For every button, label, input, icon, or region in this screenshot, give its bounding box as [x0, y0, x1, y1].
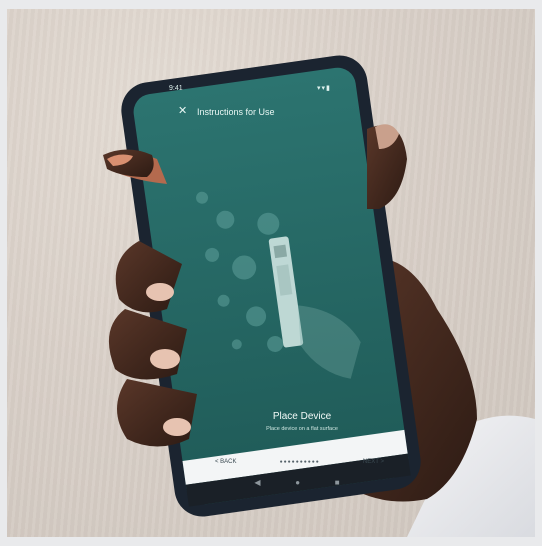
app-title: Instructions for Use	[197, 107, 275, 117]
phone-ui: 9:41 ▾▾▮ ✕ Instructions for Use Place De…	[7, 9, 535, 537]
progress-dots: ●●●●●●●●●●	[279, 459, 320, 465]
recents-nav-icon[interactable]: ■	[335, 478, 340, 487]
system-navigation: ◀ ● ■	[237, 475, 357, 489]
next-button[interactable]: NEXT >	[363, 459, 384, 465]
status-time: 9:41	[169, 85, 183, 92]
status-icons: ▾▾▮	[317, 85, 331, 92]
step-navigation: < BACK ●●●●●●●●●● NEXT >	[209, 452, 390, 472]
back-button[interactable]: < BACK	[215, 459, 237, 465]
step-subtitle: Place device on a flat surface	[266, 426, 338, 432]
step-title: Place Device	[272, 411, 332, 422]
back-nav-icon[interactable]: ◀	[254, 478, 260, 487]
photo-frame: 9:41 ▾▾▮ ✕ Instructions for Use Place De…	[7, 9, 535, 537]
close-icon[interactable]: ✕	[178, 106, 187, 117]
home-nav-icon[interactable]: ●	[295, 478, 300, 487]
